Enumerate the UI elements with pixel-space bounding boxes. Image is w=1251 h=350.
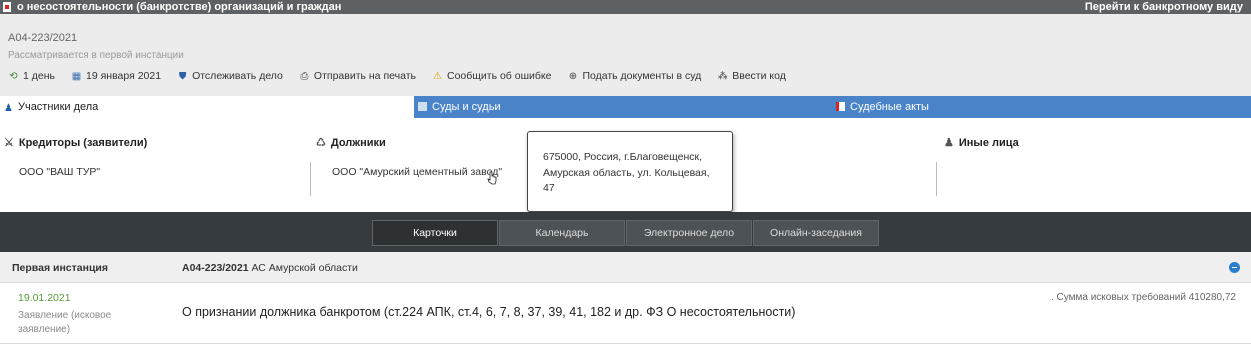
plus-circle-icon: ⊕: [568, 70, 578, 82]
view-tab-online-sessions[interactable]: Онлайн-заседания: [753, 220, 879, 246]
case-toolbar: ⟲ 1 день ▦ 19 января 2021 ⛊ Отслеживать …: [8, 70, 802, 82]
collapse-icon[interactable]: [1229, 262, 1240, 273]
print-label: Отправить на печать: [313, 70, 416, 82]
submit-documents-button[interactable]: ⊕ Подать документы в суд: [567, 70, 702, 82]
others-header: ♟ Иные лица: [944, 136, 1019, 150]
instance-case-number: А04-223/2021: [182, 262, 249, 274]
swords-icon: ⚔: [4, 137, 14, 149]
person-icon: ♟: [4, 103, 13, 114]
enter-code-button[interactable]: ⁂ Ввести код: [717, 70, 786, 82]
instance-case: А04-223/2021 АС Амурской области: [182, 262, 358, 274]
debtors-header-label: Должники: [330, 136, 386, 149]
instance-court: АС Амурской области: [251, 262, 358, 274]
refresh-icon: ⟲: [9, 70, 18, 82]
column-divider: [936, 162, 937, 196]
view-tabs: Карточки Календарь Электронное дело Онла…: [372, 220, 880, 246]
entry-text[interactable]: О признании должника банкротом (ст.224 А…: [182, 305, 795, 319]
tab-acts[interactable]: Судебные акты: [832, 96, 1251, 118]
bankruptcy-view-link[interactable]: Перейти к банкротному виду: [1085, 0, 1243, 14]
tab-courts[interactable]: Суды и судьи: [414, 96, 832, 118]
case-entry: 19.01.2021 Заявление (исковое заявление)…: [0, 283, 1251, 344]
toolbar-date[interactable]: ▦ 19 января 2021: [71, 70, 161, 82]
case-header: А04-223/2021 Рассматривается в первой ин…: [0, 14, 1251, 96]
mouse-pointer-icon: [487, 171, 497, 185]
view-tab-electronic-case[interactable]: Электронное дело: [626, 220, 752, 246]
toolbar-days-label: 1 день: [23, 70, 55, 82]
printer-icon: ⎙: [300, 70, 309, 82]
topbar: о несостоятельности (банкротстве) органи…: [0, 0, 1251, 14]
debtors-header: ♺ Должники: [316, 136, 386, 150]
tab-participants[interactable]: ♟ Участники дела: [0, 96, 414, 118]
creditors-header-label: Кредиторы (заявители): [18, 136, 148, 149]
tab-participants-label: Участники дела: [17, 101, 99, 113]
entry-date: 19.01.2021: [18, 292, 71, 304]
address-tooltip: 675000, Россия, г.Благовещенск, Амурская…: [527, 131, 733, 212]
shield-icon: ⛊: [178, 70, 187, 82]
enter-code-label: Ввести код: [732, 70, 786, 82]
person-icon: ♟: [944, 137, 954, 149]
entry-claim-sum: . Сумма исковых требований 410280,72: [1050, 292, 1236, 303]
instance-label: Первая инстанция: [12, 262, 108, 274]
creditor-name[interactable]: ООО "ВАШ ТУР": [19, 166, 100, 178]
view-tab-cards[interactable]: Карточки: [372, 220, 498, 246]
case-tabs: ♟ Участники дела Суды и судьи Судебные ак…: [0, 96, 1251, 118]
view-tab-calendar[interactable]: Календарь: [499, 220, 625, 246]
document-icon: [3, 2, 11, 12]
case-number: А04-223/2021: [8, 32, 78, 44]
toolbar-days[interactable]: ⟲ 1 день: [8, 70, 55, 82]
topbar-title: о несостоятельности (банкротстве) органи…: [0, 0, 341, 14]
report-error-button[interactable]: ⚠ Сообщить об ошибке: [432, 70, 551, 82]
report-error-label: Сообщить об ошибке: [446, 70, 552, 82]
column-divider: [310, 162, 311, 196]
entry-type: Заявление (исковое заявление): [18, 310, 112, 335]
toolbar-date-label: 19 января 2021: [86, 70, 162, 82]
print-button[interactable]: ⎙ Отправить на печать: [299, 70, 416, 82]
code-icon: ⁂: [717, 70, 728, 82]
court-icon: [418, 102, 427, 111]
submit-documents-label: Подать документы в суд: [582, 70, 702, 82]
instance-header[interactable]: Первая инстанция А04-223/2021 АС Амурско…: [0, 252, 1251, 283]
creditors-header: ⚔ Кредиторы (заявители): [4, 136, 148, 150]
case-status: Рассматривается в первой инстанции: [8, 50, 184, 61]
tab-courts-label: Суды и судьи: [432, 101, 501, 113]
track-case-button[interactable]: ⛊ Отслеживать дело: [177, 70, 283, 82]
document-icon: [836, 102, 845, 111]
topbar-title-text: о несостоятельности (банкротстве) органи…: [17, 1, 342, 13]
trash-icon: ♺: [316, 137, 326, 149]
others-header-label: Иные лица: [958, 136, 1019, 149]
address-tooltip-text: 675000, Россия, г.Благовещенск, Амурская…: [543, 151, 710, 194]
warning-icon: ⚠: [433, 70, 442, 82]
tab-acts-label: Судебные акты: [850, 101, 929, 113]
debtor-name[interactable]: ООО "Амурский цементный завод": [332, 166, 502, 178]
track-case-label: Отслеживать дело: [192, 70, 283, 82]
calendar-icon: ▦: [71, 70, 82, 82]
view-switcher-bar: Карточки Календарь Электронное дело Онла…: [0, 212, 1251, 252]
